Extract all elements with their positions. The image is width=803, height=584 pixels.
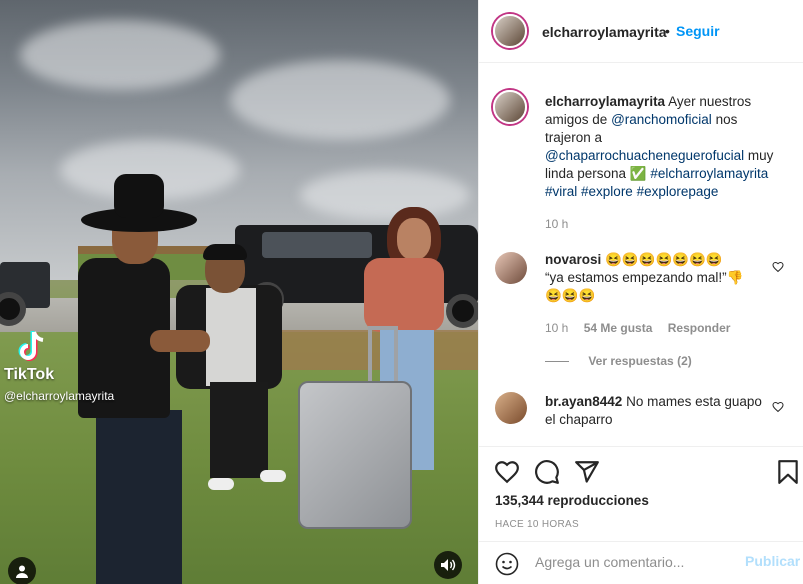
cowboy-jeans — [96, 410, 182, 584]
follow-button[interactable]: Seguir — [676, 23, 720, 39]
emoji-icon[interactable] — [495, 552, 519, 576]
caption-username[interactable]: elcharroylamayrita — [545, 94, 665, 109]
cowboy-hat — [81, 174, 197, 232]
share-send-icon[interactable] — [574, 459, 600, 485]
like-heart-icon[interactable] — [494, 459, 520, 485]
man-shirt — [206, 288, 256, 386]
comment-body-line1: 😆😆😆😆😆😆😆 — [605, 252, 723, 267]
user-icon — [16, 565, 28, 578]
truck-window — [262, 232, 372, 258]
post-video[interactable]: TikTok @elcharroylamayrita — [0, 0, 478, 584]
commenter-avatar[interactable] — [495, 392, 527, 424]
speaker-icon — [441, 559, 456, 571]
comment-text: br.ayan8442 No mames esta guapo el chapa… — [545, 393, 770, 429]
comment-body-line2: “ya estamos empezando mal!”👎 — [545, 270, 744, 285]
check-emoji: ✅ — [629, 166, 647, 181]
save-bookmark-icon[interactable] — [775, 459, 801, 485]
replies-divider — [545, 361, 569, 363]
separator-dot: • — [665, 23, 670, 39]
author-avatar[interactable] — [493, 14, 527, 48]
tiktok-logo-icon — [18, 331, 44, 361]
audio-toggle-button[interactable] — [434, 551, 462, 579]
reply-button[interactable]: Responder — [668, 321, 731, 335]
post-comment-button[interactable]: Publicar — [745, 553, 800, 569]
comment-input[interactable] — [535, 554, 735, 570]
cloud — [20, 20, 220, 90]
comment-bar: Publicar — [479, 541, 803, 584]
tagged-user-button[interactable] — [8, 557, 36, 584]
comment-text: novarosi 😆😆😆😆😆😆😆 “ya estamos empezando m… — [545, 251, 770, 305]
hashtag-link[interactable]: #elcharroylamayrita — [650, 166, 768, 181]
sneaker — [260, 470, 286, 482]
tiktok-handle: @elcharroylamayrita — [4, 389, 115, 403]
caption-text: elcharroylamayrita Ayer nuestros amigos … — [545, 93, 785, 233]
caption-time[interactable]: 10 h — [545, 215, 785, 233]
tiktok-wordmark: TikTok — [4, 366, 55, 383]
author-username[interactable]: elcharroylamayrita — [542, 24, 667, 40]
truck-wheel — [446, 294, 478, 328]
comment-bubble-icon[interactable] — [534, 459, 560, 485]
man-pants — [210, 382, 268, 478]
woman-face — [397, 218, 431, 260]
comment-body-line3: 😆😆😆 — [545, 288, 596, 303]
post-actions: 135,344 reproducciones HACE 10 HORAS — [479, 446, 803, 540]
commenter-username[interactable]: br.ayan8442 — [545, 394, 622, 409]
like-comment-heart-icon[interactable] — [772, 401, 784, 413]
post-sidebar: elcharroylamayrita Seguir • elcharroylam… — [478, 0, 803, 584]
comment-likes[interactable]: 54 Me gusta — [584, 321, 653, 335]
man-hair — [203, 244, 247, 260]
suitcase — [298, 381, 412, 529]
view-replies-button[interactable]: Ver respuestas (2) — [545, 354, 692, 368]
commenter-avatar[interactable] — [495, 252, 527, 284]
hashtag-link[interactable]: #explore — [581, 184, 633, 199]
like-comment-heart-icon[interactable] — [772, 261, 784, 273]
sneaker — [208, 478, 234, 490]
hashtag-link[interactable]: #viral — [545, 184, 577, 199]
view-count[interactable]: 135,344 reproducciones — [495, 493, 649, 508]
caption-avatar[interactable] — [493, 90, 527, 124]
view-replies-label: Ver respuestas (2) — [588, 354, 692, 368]
woman-top — [364, 258, 444, 332]
cloud — [230, 60, 450, 140]
mention-link[interactable]: @chaparrochuacheneguerofucial — [545, 148, 744, 163]
suitcase-handle — [368, 326, 398, 384]
comment-meta: 10 h 54 Me gusta Responder — [545, 321, 730, 335]
commenter-username[interactable]: novarosi — [545, 252, 601, 267]
comment-time[interactable]: 10 h — [545, 321, 568, 335]
cowboy-arm — [150, 330, 210, 352]
cloud — [300, 170, 470, 220]
post-header: elcharroylamayrita Seguir • — [479, 0, 803, 63]
hashtag-link[interactable]: #explorepage — [637, 184, 719, 199]
post-timestamp[interactable]: HACE 10 HORAS — [495, 519, 579, 530]
mention-link[interactable]: @ranchomoficial — [611, 112, 712, 127]
